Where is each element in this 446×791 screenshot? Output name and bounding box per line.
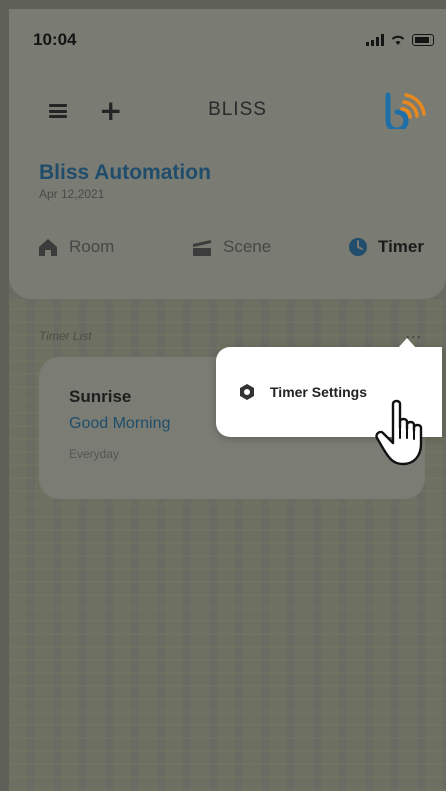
signal-icon xyxy=(366,34,384,46)
menu-icon[interactable] xyxy=(49,104,67,118)
page-date: Apr 12,2021 xyxy=(39,187,105,201)
timer-settings-menu-item[interactable]: Timer Settings xyxy=(238,383,367,401)
tab-room[interactable]: Room xyxy=(37,237,114,257)
hand-cursor-icon xyxy=(375,399,423,466)
status-time: 10:04 xyxy=(33,30,77,49)
home-icon xyxy=(39,239,57,256)
tab-timer[interactable]: Timer xyxy=(348,237,424,257)
timer-name: Sunrise xyxy=(69,387,132,406)
timer-list-heading: Timer List xyxy=(39,329,92,343)
tab-scene[interactable]: Scene xyxy=(191,237,271,257)
gear-icon xyxy=(240,384,254,400)
clock-icon xyxy=(349,238,367,256)
status-icons xyxy=(366,34,434,46)
timer-settings-label: Timer Settings xyxy=(270,384,367,400)
tab-timer-label: Timer xyxy=(378,237,424,256)
battery-icon xyxy=(412,34,434,46)
add-icon[interactable]: + xyxy=(99,97,122,125)
tab-room-label: Room xyxy=(69,237,115,256)
tab-bar: Room Scene Timer xyxy=(37,237,432,271)
timer-subtitle: Good Morning xyxy=(69,415,171,432)
top-nav: + BLISS xyxy=(49,89,426,133)
header-card: 10:04 + BLISS Bliss Automation Apr 12,20… xyxy=(9,9,446,299)
timer-repeat: Everyday xyxy=(69,447,120,461)
wifi-icon xyxy=(391,35,405,45)
status-bar: 10:04 xyxy=(33,27,434,53)
tab-scene-label: Scene xyxy=(223,237,272,256)
page-title: Bliss Automation xyxy=(39,161,211,184)
bliss-logo xyxy=(385,92,426,129)
scene-icon xyxy=(193,240,211,256)
